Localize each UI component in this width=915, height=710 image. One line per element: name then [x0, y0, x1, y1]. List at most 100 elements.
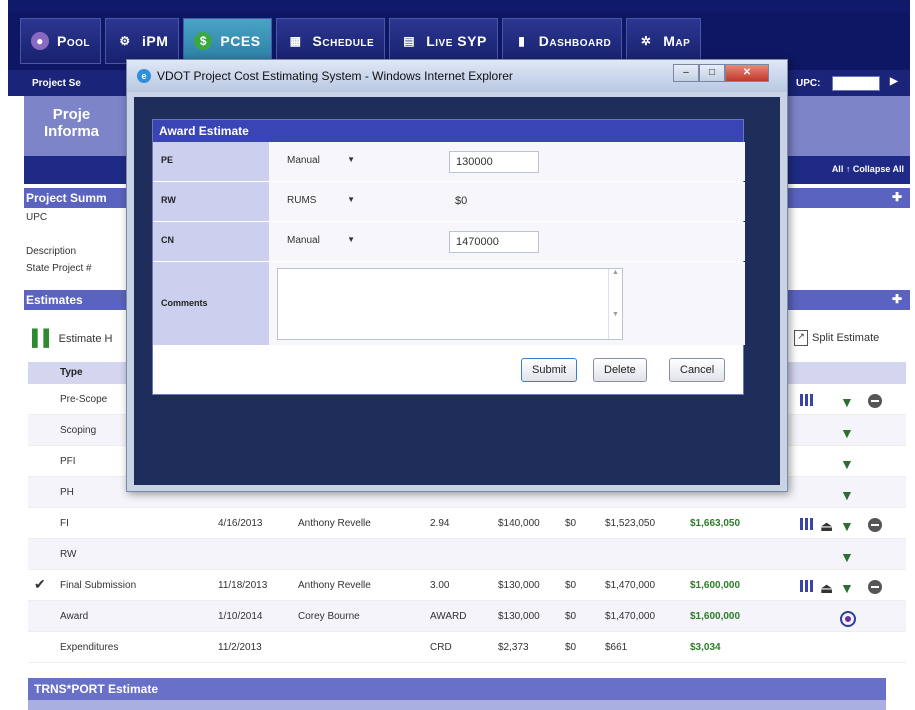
- tab-pool[interactable]: ● Pool: [20, 18, 102, 64]
- cell-type: Final Submission: [60, 580, 137, 591]
- tab-ipm[interactable]: ⚙ iPM: [105, 18, 180, 64]
- chevron-down-icon: ▼: [347, 155, 355, 164]
- popup-title-text: VDOT Project Cost Estimating System - Wi…: [157, 69, 513, 83]
- grid-icon[interactable]: [800, 518, 814, 530]
- cell-cn: $661: [605, 642, 628, 653]
- cell-pe: $130,000: [498, 580, 540, 591]
- collapse-all-link[interactable]: All ↑ Collapse All: [832, 164, 904, 174]
- chevron-down-icon: ▼: [347, 195, 355, 204]
- pool-icon: ●: [31, 32, 49, 50]
- trns-port-header[interactable]: TRNS*PORT Estimate: [28, 678, 886, 700]
- tab-live-syp[interactable]: ▤ Live SYP: [389, 18, 498, 64]
- funnel-icon[interactable]: ▼: [840, 394, 854, 410]
- split-icon: ↗: [794, 330, 808, 346]
- cell-type: Scoping: [60, 425, 97, 436]
- grid-icon[interactable]: [800, 580, 814, 592]
- go-arrow-icon[interactable]: ▶: [890, 76, 898, 87]
- award-icon[interactable]: [840, 611, 856, 627]
- tab-label: Dashboard: [538, 33, 612, 49]
- expand-icon[interactable]: ✚: [892, 292, 902, 306]
- funnel-icon[interactable]: ▼: [840, 580, 854, 596]
- estimate-history-button[interactable]: ▌▌ Estimate H: [32, 330, 112, 348]
- pces-icon: $: [194, 32, 213, 50]
- rw-row-content: RUMS ▼ $0: [269, 182, 745, 221]
- table-row: Expenditures 11/2/2013 CRD $2,373 $0 $661 $3,0…: [28, 632, 906, 663]
- trns-port-subheader: [28, 700, 886, 710]
- funnel-icon[interactable]: ▼: [840, 456, 854, 472]
- cell-cn: $1,470,000: [605, 611, 656, 622]
- cancel-button[interactable]: Cancel: [669, 358, 726, 382]
- tab-schedule[interactable]: ▦ Schedule: [275, 18, 386, 64]
- cell-type: PFI: [60, 456, 76, 467]
- column-header-type: Type: [60, 367, 83, 378]
- tab-label: Map: [663, 33, 691, 49]
- button-label: Estimate H: [58, 333, 113, 345]
- remove-icon[interactable]: [868, 394, 882, 408]
- maximize-button[interactable]: □: [699, 64, 725, 82]
- cn-amount-input[interactable]: 1470000: [449, 231, 539, 253]
- gear-icon: ⚙: [119, 34, 131, 48]
- cell-rw: $0: [565, 611, 577, 622]
- print-icon[interactable]: ⏏: [820, 518, 834, 534]
- popup-titlebar[interactable]: e VDOT Project Cost Estimating System - …: [127, 60, 787, 92]
- tab-label: PCES: [220, 33, 261, 49]
- upc-input[interactable]: [832, 76, 880, 91]
- grid-icon[interactable]: [800, 394, 814, 406]
- minimize-button[interactable]: –: [673, 64, 699, 82]
- cell-total: $1,663,050: [690, 518, 741, 529]
- funnel-icon[interactable]: ▼: [840, 518, 854, 534]
- cell-pe: $130,000: [498, 611, 540, 622]
- cell-total: $3,034: [690, 642, 721, 653]
- rw-row: RW RUMS ▼ $0: [153, 182, 745, 222]
- section-title: Estimates: [26, 293, 83, 307]
- print-icon[interactable]: ⏏: [820, 580, 834, 596]
- remove-icon[interactable]: [868, 518, 882, 532]
- funnel-icon[interactable]: ▼: [840, 549, 854, 565]
- cell-type: FI: [60, 518, 69, 529]
- funnel-icon[interactable]: ▼: [840, 425, 854, 441]
- close-button[interactable]: ✕: [725, 64, 769, 82]
- comments-label: Comments: [153, 262, 269, 345]
- cell-by: Anthony Revelle: [298, 580, 371, 591]
- project-info-label: Proje Informa: [44, 106, 99, 140]
- rw-label: RW: [153, 182, 269, 221]
- remove-icon[interactable]: [868, 580, 882, 594]
- pe-label: PE: [153, 142, 269, 181]
- tab-pces[interactable]: $ PCES: [183, 18, 272, 64]
- tab-label: iPM: [142, 33, 169, 49]
- split-estimate-button[interactable]: ↗ Split Estimate: [794, 330, 879, 346]
- cell-pe: $2,373: [498, 642, 529, 653]
- expand-icon[interactable]: ✚: [892, 190, 902, 204]
- cell-total: $1,600,000: [690, 611, 741, 622]
- cell-total: $1,600,000: [690, 580, 741, 591]
- comments-textarea[interactable]: ▲ ▼: [277, 268, 623, 340]
- dashboard-icon: ▮: [518, 34, 526, 48]
- rw-method-select[interactable]: RUMS ▼: [281, 192, 361, 212]
- pe-amount-input[interactable]: 130000: [449, 151, 539, 173]
- textarea-scrollbar[interactable]: ▲ ▼: [608, 269, 622, 339]
- cell-cn: $1,470,000: [605, 580, 656, 591]
- project-search-link[interactable]: Project Se: [32, 78, 81, 89]
- tab-map[interactable]: ✲ Map: [626, 18, 702, 64]
- field-description: Description: [26, 246, 77, 257]
- cell-type: PH: [60, 487, 74, 498]
- cell-version: 3.00: [430, 580, 450, 591]
- row-check-icon: ✔: [34, 576, 46, 592]
- pe-row: PE Manual ▼ 130000: [153, 142, 745, 182]
- cn-row-content: Manual ▼ 1470000: [269, 222, 745, 261]
- cn-method-select[interactable]: Manual ▼: [281, 232, 361, 252]
- chevron-down-icon: ▼: [347, 235, 355, 244]
- tab-dashboard[interactable]: ▮ Dashboard: [501, 18, 623, 64]
- pe-method-select[interactable]: Manual ▼: [281, 152, 361, 172]
- cell-date: 4/16/2013: [218, 518, 263, 529]
- award-estimate-form: Award Estimate PE Manual ▼ 130000 RW RUM…: [152, 119, 745, 395]
- submit-button[interactable]: Submit: [521, 358, 578, 382]
- cell-type: Expenditures: [60, 642, 119, 653]
- cell-date: 11/18/2013: [218, 580, 268, 591]
- funnel-icon[interactable]: ▼: [840, 487, 854, 503]
- globe-icon: ✲: [640, 34, 652, 48]
- document-icon: ▤: [403, 34, 416, 48]
- cell-cn: $1,523,050: [605, 518, 656, 529]
- ie-icon: e: [137, 69, 151, 83]
- delete-button[interactable]: Delete: [593, 358, 647, 382]
